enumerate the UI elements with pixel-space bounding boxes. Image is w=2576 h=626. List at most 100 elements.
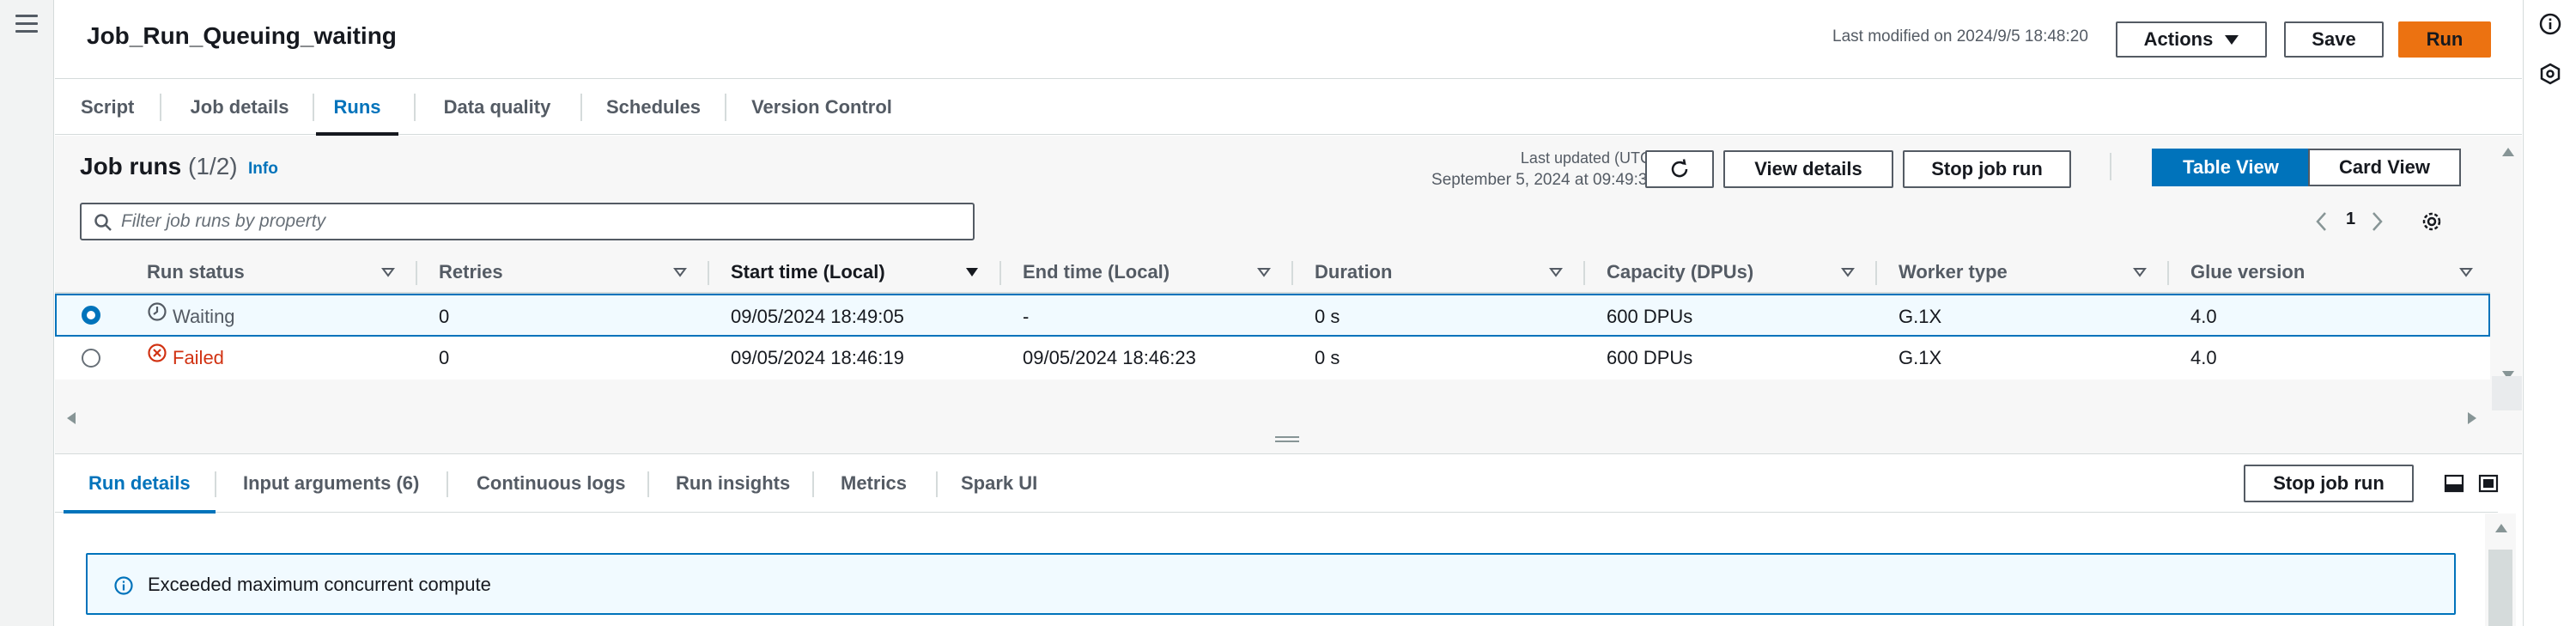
duration-cell: 0 s <box>1315 347 1340 368</box>
column-header-worker-type[interactable]: Worker type <box>1899 251 2008 294</box>
column-header-capacity[interactable]: Capacity (DPUs) <box>1607 251 1753 294</box>
tab-divider <box>936 471 938 497</box>
tab-runs[interactable]: Runs <box>316 80 398 136</box>
vertical-scrollbar[interactable] <box>2492 136 2522 428</box>
job-runs-title: Job runs <box>80 153 182 179</box>
job-runs-count: (1/2) <box>188 153 238 179</box>
toolbar-divider <box>2110 153 2111 180</box>
row-select-radio[interactable] <box>82 349 100 368</box>
sort-descending-icon[interactable] <box>965 267 979 277</box>
column-divider <box>2167 261 2169 285</box>
job-tabs: Script Job details Runs Data quality Sch… <box>55 80 2522 136</box>
tab-data-quality[interactable]: Data quality <box>441 80 553 135</box>
duration-cell: 0 s <box>1315 306 1340 327</box>
caret-down-icon <box>2225 34 2239 45</box>
tab-spark-ui[interactable]: Spark UI <box>961 454 1037 513</box>
tab-run-details[interactable]: Run details <box>64 454 216 514</box>
stop-job-run-button-bottom[interactable]: Stop job run <box>2244 465 2414 502</box>
scroll-up-icon[interactable] <box>2500 146 2516 158</box>
run-button[interactable]: Run <box>2398 21 2491 58</box>
retries-cell: 0 <box>439 306 450 327</box>
pagination-current-page[interactable]: 1 <box>2346 210 2355 229</box>
info-circle-icon[interactable] <box>2538 12 2562 36</box>
row-select-radio[interactable] <box>82 306 100 325</box>
column-divider <box>1583 261 1585 285</box>
tab-divider <box>580 94 582 121</box>
page-header: Job_Run_Queuing_waiting Last modified on… <box>55 0 2522 79</box>
glue-version-cell: 4.0 <box>2190 347 2217 368</box>
sort-caret-icon[interactable] <box>2133 267 2147 277</box>
tab-metrics[interactable]: Metrics <box>841 454 907 513</box>
panel-bottom-icon[interactable] <box>2444 473 2464 498</box>
tab-job-details[interactable]: Job details <box>189 80 290 135</box>
column-header-duration[interactable]: Duration <box>1315 251 1392 294</box>
vertical-scrollbar-bottom[interactable] <box>2485 514 2516 626</box>
sort-caret-icon[interactable] <box>1549 267 1563 277</box>
tab-divider <box>215 471 216 497</box>
column-header-end-time[interactable]: End time (Local) <box>1023 251 1170 294</box>
column-header-retries[interactable]: Retries <box>439 251 503 294</box>
last-modified-text: Last modified on 2024/9/5 18:48:20 <box>1832 27 2088 46</box>
run-status-cell: Failed <box>147 337 224 380</box>
info-link[interactable]: Info <box>248 160 278 179</box>
column-header-glue-version[interactable]: Glue version <box>2190 251 2305 294</box>
tab-input-arguments[interactable]: Input arguments (6) <box>243 454 419 513</box>
end-time-cell: - <box>1023 306 1030 327</box>
job-runs-panel: Job runs (1/2) Info Last updated (UTC) S… <box>55 136 2522 453</box>
column-divider <box>708 261 709 285</box>
sort-caret-icon[interactable] <box>673 267 687 277</box>
tab-schedules[interactable]: Schedules <box>606 80 701 135</box>
retries-cell: 0 <box>439 347 450 368</box>
main-content: Job_Run_Queuing_waiting Last modified on… <box>55 0 2522 626</box>
tab-run-insights[interactable]: Run insights <box>676 454 790 513</box>
glue-version-cell: 4.0 <box>2190 306 2217 327</box>
run-status-text: Failed <box>173 347 224 368</box>
scroll-up-icon[interactable] <box>2494 522 2509 534</box>
sort-caret-icon[interactable] <box>1841 267 1855 277</box>
sort-caret-icon[interactable] <box>2459 267 2473 277</box>
run-status-cell: Waiting <box>147 295 235 338</box>
left-navigation-rail <box>0 0 54 626</box>
panel-full-icon[interactable] <box>2478 473 2499 498</box>
run-details-tabs: Run details Input arguments (6) Continuo… <box>55 454 2499 514</box>
column-header-run-status[interactable]: Run status <box>147 251 245 294</box>
start-time-cell: 09/05/2024 18:49:05 <box>731 306 904 327</box>
chevron-right-icon[interactable] <box>2368 210 2385 238</box>
tab-script[interactable]: Script <box>81 80 134 135</box>
tab-divider <box>725 94 726 121</box>
scroll-left-icon[interactable] <box>65 410 77 426</box>
worker-type-cell: G.1X <box>1899 347 1942 368</box>
table-view-toggle[interactable]: Table View <box>2152 149 2310 186</box>
tab-version-control[interactable]: Version Control <box>750 80 893 135</box>
stop-job-run-button[interactable]: Stop job run <box>1903 150 2071 188</box>
error-x-icon <box>147 336 167 379</box>
sort-caret-icon[interactable] <box>381 267 395 277</box>
tab-divider <box>313 94 314 121</box>
job-runs-heading: Job runs (1/2) <box>80 153 238 180</box>
scroll-right-icon[interactable] <box>2466 410 2478 426</box>
panel-resize-handle[interactable] <box>1275 436 1299 445</box>
card-view-toggle[interactable]: Card View <box>2308 149 2461 186</box>
scroll-thumb[interactable] <box>2488 550 2512 626</box>
sort-caret-icon[interactable] <box>1257 267 1271 277</box>
horizontal-scrollbar[interactable] <box>55 393 2490 445</box>
worker-type-cell: G.1X <box>1899 306 1942 327</box>
filter-input[interactable] <box>121 204 963 239</box>
hexagon-icon[interactable] <box>2538 62 2562 86</box>
save-button[interactable]: Save <box>2284 21 2384 58</box>
last-updated-value: September 5, 2024 at 09:49:33 <box>1431 171 1656 189</box>
tab-divider <box>414 94 416 121</box>
table-row[interactable]: Failed 0 09/05/2024 18:46:19 09/05/2024 … <box>55 337 2490 380</box>
column-header-start-time[interactable]: Start time (Local) <box>731 251 885 294</box>
refresh-button[interactable] <box>1645 150 1714 188</box>
view-details-button[interactable]: View details <box>1723 150 1893 188</box>
hamburger-menu-icon[interactable] <box>15 15 38 33</box>
scroll-thumb[interactable] <box>2492 376 2522 410</box>
chevron-left-icon[interactable] <box>2313 210 2330 238</box>
last-updated-label: Last updated (UTC) <box>1520 149 1656 167</box>
table-header: Run status Retries Start time (Local) En… <box>55 251 2490 294</box>
settings-gear-icon[interactable] <box>2420 210 2444 238</box>
actions-dropdown-button[interactable]: Actions <box>2116 21 2267 58</box>
table-row[interactable]: Waiting 0 09/05/2024 18:49:05 - 0 s 600 … <box>55 294 2490 337</box>
tab-continuous-logs[interactable]: Continuous logs <box>477 454 626 513</box>
